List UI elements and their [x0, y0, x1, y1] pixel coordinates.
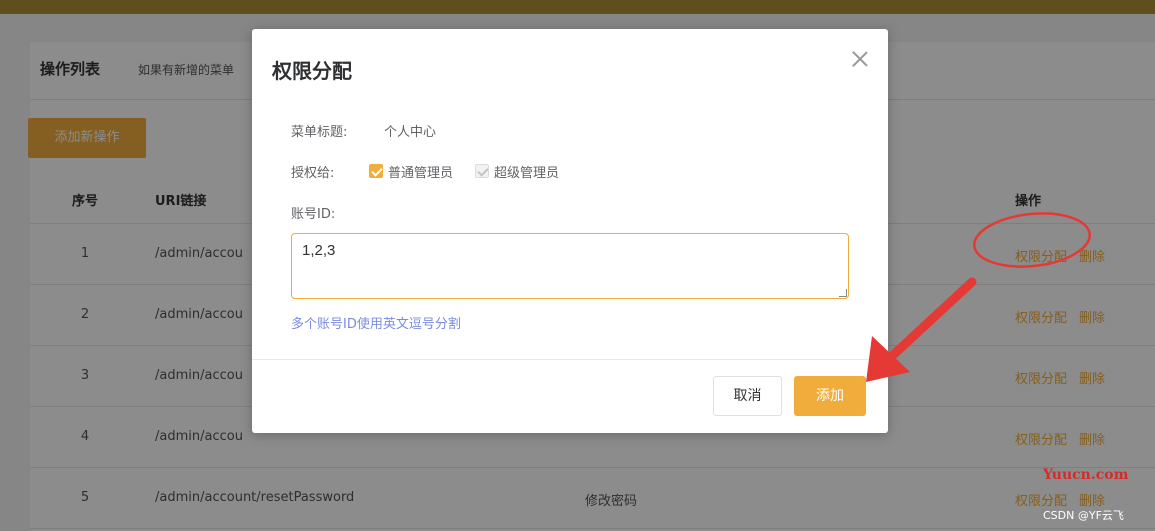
checkbox-checked-icon[interactable] — [369, 164, 383, 178]
close-icon[interactable] — [850, 49, 870, 69]
account-id-label: 账号ID: — [291, 207, 336, 222]
dialog-title: 权限分配 — [272, 59, 352, 83]
grant-label: 授权给: — [291, 166, 335, 181]
add-button[interactable]: 添加 — [794, 376, 866, 416]
menu-title-value: 个人中心 — [384, 125, 437, 140]
checkbox-super-admin-label: 超级管理员 — [494, 165, 560, 181]
cancel-button[interactable]: 取消 — [713, 376, 782, 416]
checkbox-disabled-icon — [475, 164, 489, 178]
menu-title-label: 菜单标题: — [291, 125, 348, 140]
checkbox-normal-admin-label: 普通管理员 — [388, 165, 454, 181]
credit-text: CSDN @YF云飞 — [1043, 509, 1124, 522]
account-id-hint: 多个账号ID使用英文逗号分割 — [291, 317, 461, 332]
dialog-footer — [252, 359, 888, 433]
account-id-textarea[interactable]: 1,2,3 — [291, 233, 849, 299]
checkbox-super-admin: 超级管理员 — [475, 163, 560, 181]
resize-handle-icon[interactable] — [839, 289, 847, 297]
checkbox-normal-admin[interactable]: 普通管理员 — [369, 163, 454, 181]
permission-dialog: 权限分配 菜单标题: 个人中心 授权给: 普通管理员 超级管理员 账号ID: 1… — [252, 29, 888, 433]
watermark: Yuucn.com — [1043, 467, 1129, 483]
